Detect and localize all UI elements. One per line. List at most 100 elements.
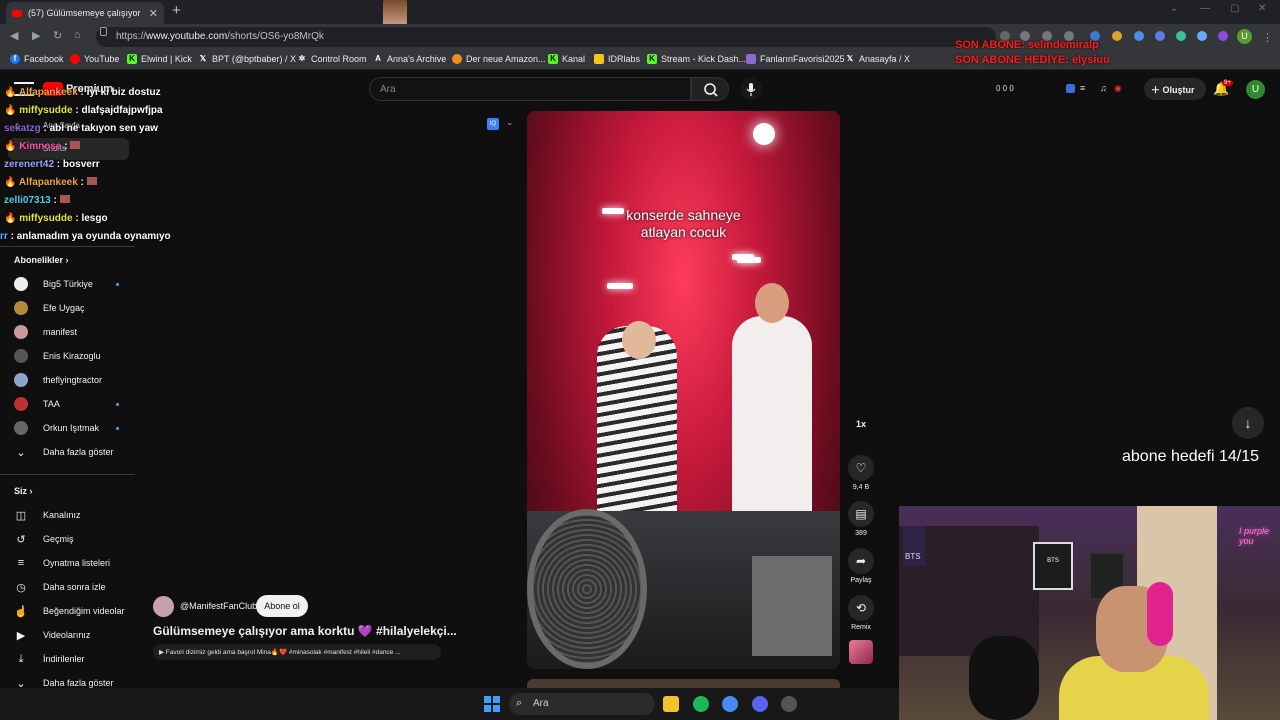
close-tab-icon[interactable]: ✕ [149, 7, 158, 20]
bookmark-label: Anna's Archive [387, 54, 447, 64]
reload-icon[interactable]: ↻ [53, 29, 62, 42]
comments-button[interactable]: ▤ 389 [848, 501, 874, 537]
spotify-icon[interactable] [693, 696, 709, 712]
sidebar-item-subscription[interactable]: Efe Uygaç [14, 298, 85, 318]
sidebar-item-subscription[interactable]: Enis Kirazoglu [14, 346, 101, 366]
sidebar-show-more-subscriptions[interactable]: ⌄ Daha fazla göster [14, 442, 113, 462]
singer-figure [732, 316, 812, 516]
extension-icon[interactable] [1197, 31, 1207, 41]
bts-logo: BTS [905, 552, 921, 561]
sidebar-item-playlists[interactable]: ≡ Oynatma listeleri [14, 553, 110, 573]
sidebar-item-liked-videos[interactable]: ☝ Beğendiğim videolar [14, 601, 124, 621]
alert-icon[interactable]: ◉ [1114, 83, 1122, 94]
like-button[interactable]: ♡ 9,4 B [848, 455, 874, 491]
next-short-preview[interactable] [527, 679, 840, 688]
youtube-account-avatar[interactable]: U [1246, 80, 1265, 99]
bookmark-kick-dashboard[interactable]: K Stream - Kick Dash... [647, 54, 746, 64]
channel-avatar[interactable] [153, 596, 174, 617]
extension-icon[interactable] [1176, 31, 1186, 41]
address-bar[interactable]: https://www.youtube.com/shorts/OS6-yo8Mr… [96, 27, 996, 47]
new-tab-button[interactable]: + [172, 2, 181, 19]
sidebar-item-history[interactable]: ↺ Geçmiş [14, 529, 74, 549]
create-button[interactable]: ＋ Oluştur [1144, 78, 1206, 100]
windows-start-icon[interactable] [484, 696, 500, 712]
home-icon[interactable]: ⌂ [74, 29, 81, 41]
chat-username: Alfapankeek [18, 87, 78, 98]
performer-head [622, 321, 656, 359]
new-content-dot [116, 427, 119, 430]
subscriber-goal: abone hedefi 14/15 [1122, 448, 1260, 465]
chat-username: miffysudde [19, 213, 73, 224]
channel-name[interactable]: @ManifestFanClub [180, 601, 257, 611]
file-explorer-icon[interactable] [663, 696, 679, 712]
obs-icon[interactable] [781, 696, 797, 712]
extension-icon[interactable] [1112, 31, 1122, 41]
remix-button[interactable]: ⟲ Remix [848, 595, 874, 631]
profile-avatar[interactable]: U [1237, 29, 1252, 44]
list-icon[interactable]: ≡ [1080, 83, 1085, 93]
bell-outline-icon[interactable]: ♫ [1100, 83, 1107, 93]
video-title[interactable]: Gülümsemeye çalışıyor ama korktu 💜 #hila… [153, 624, 457, 638]
bookmark-kanal[interactable]: K Kanal [548, 54, 585, 64]
chevron-down-icon[interactable]: ⌄ [1170, 3, 1178, 14]
extension-icon[interactable] [1218, 31, 1228, 41]
bookmark-bpt-x[interactable]: 𝕏 BPT (@bptbaber) / X [198, 54, 296, 64]
bookmark-control-room[interactable]: ✲ Control Room [297, 54, 367, 64]
shorts-video-player[interactable]: konserde sahneye atlayan cocuk [527, 111, 840, 669]
subscription-name: manifest [43, 327, 78, 337]
you-header[interactable]: Siz › [14, 486, 33, 496]
chat-message: zelli07313 : [4, 195, 70, 206]
maximize-icon[interactable]: ▢ [1230, 3, 1239, 14]
bookmark-label: BPT (@bptbaber) / X [212, 54, 297, 64]
sidebar-item-your-channel[interactable]: ◫ Kanalınız [14, 505, 81, 525]
sidebar-item-subscription[interactable]: manifest [14, 322, 77, 342]
subscribe-button[interactable]: Abone ol [256, 595, 308, 617]
search-input[interactable]: Ara [369, 77, 691, 101]
quality-extension-icon[interactable]: IQ [487, 118, 499, 130]
sidebar-label: Geçmiş [43, 534, 74, 544]
back-icon[interactable]: ◀ [10, 29, 18, 42]
sidebar-item-subscription[interactable]: theflyingtractor [14, 370, 102, 390]
sidebar-item-downloads[interactable]: ⤓ İndirilenler [14, 649, 85, 669]
search-button[interactable] [691, 77, 729, 101]
voice-search-button[interactable] [740, 78, 762, 100]
bookmark-annas-archive[interactable]: A Anna's Archive [373, 54, 446, 64]
sidebar-item-watch-later[interactable]: ◷ Daha sonra izle [14, 577, 105, 597]
close-window-icon[interactable]: ✕ [1258, 3, 1266, 14]
sidebar-item-subscription[interactable]: Orkun Işıtmak [14, 418, 99, 438]
menu-icon[interactable]: ⋮ [1262, 31, 1273, 44]
bookmark-anasayfa-x[interactable]: 𝕏 Anasayfa / X [845, 54, 910, 64]
tab-title: (57) Gülümsemeye çalışıyor [28, 8, 141, 18]
playback-speed-button[interactable]: 1x [848, 419, 874, 429]
chat-username: Alfapankeek [18, 177, 78, 188]
bookmark-youtube[interactable]: YouTube [70, 54, 119, 64]
taskbar-search-input[interactable]: Ara [509, 693, 655, 715]
puzzle-icon[interactable] [1155, 31, 1165, 41]
bookmark-facebook[interactable]: f Facebook [10, 54, 64, 64]
bookmark-elwind-kick[interactable]: K Elwind | Kick [127, 54, 192, 64]
sidebar-label: Daha fazla göster [43, 678, 114, 688]
subscriptions-header[interactable]: Abonelikler › [14, 255, 69, 265]
chevron-down-icon[interactable]: ⌄ [506, 117, 514, 128]
discord-icon[interactable] [752, 696, 768, 712]
share-button[interactable]: ➦ Paylaş [848, 548, 874, 584]
bookmark-idrlabs[interactable]: IDRlabs [594, 54, 640, 64]
sidebar-item-subscription[interactable]: TAA [14, 394, 60, 414]
streamer-webcam: BTS BTS I purple you [899, 506, 1280, 720]
next-video-button[interactable]: ↓ [1232, 407, 1264, 439]
bookmark-amazon[interactable]: Der neue Amazon... [452, 54, 546, 64]
sidebar-item-subscription[interactable]: Big5 Türkiye [14, 274, 93, 294]
extension-icon[interactable] [1066, 84, 1075, 93]
sound-thumbnail[interactable] [849, 640, 873, 664]
browser-tab-active[interactable]: (57) Gülümsemeye çalışıyor ✕ [6, 2, 164, 24]
bookmark-fanlarin-favorisi[interactable]: FanlarınFavorisi2025 [746, 54, 845, 64]
lock-icon[interactable] [100, 27, 107, 36]
extension-icon[interactable] [1134, 31, 1144, 41]
chrome-icon[interactable] [722, 696, 738, 712]
forward-icon[interactable]: ▶ [32, 29, 40, 42]
kick-icon: K [647, 54, 657, 64]
minimize-icon[interactable]: — [1200, 3, 1210, 14]
video-description[interactable]: ▶ Favori dizimiz geldi ama başrol Mina🔥❤… [153, 644, 441, 660]
gear-icon: ✲ [298, 54, 306, 63]
sidebar-item-your-videos[interactable]: ▶ Videolarınız [14, 625, 91, 645]
